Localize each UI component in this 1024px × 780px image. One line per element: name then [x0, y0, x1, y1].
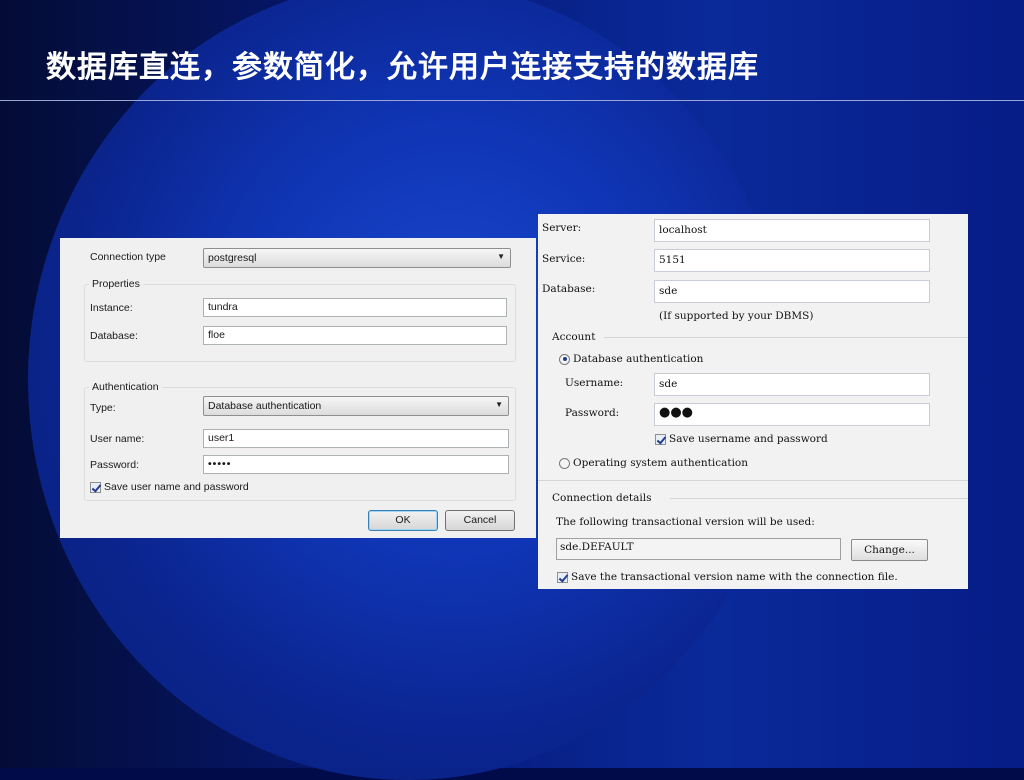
save-credentials-label: Save user name and password — [104, 481, 249, 493]
properties-group-title: Properties — [89, 278, 143, 290]
auth-type-select[interactable]: Database authentication ▼ — [203, 396, 509, 416]
db-auth-radio[interactable] — [559, 353, 570, 365]
connection-type-label: Connection type — [90, 251, 166, 263]
db-auth-label: Database authentication — [573, 353, 704, 365]
password-label: Password: — [90, 459, 140, 471]
save-credentials-label: Save username and password — [669, 433, 828, 445]
cancel-button[interactable]: Cancel — [445, 510, 515, 531]
database-label: Database: — [90, 330, 138, 342]
os-auth-label: Operating system authentication — [573, 457, 749, 469]
authentication-group-title: Authentication — [89, 381, 162, 393]
save-version-checkbox[interactable] — [557, 571, 568, 583]
connection-dialog-classic: Server: localhost Service: 5151 Database… — [538, 214, 968, 589]
instance-label: Instance: — [90, 302, 133, 314]
connection-details-title: Connection details — [552, 492, 652, 504]
os-auth-radio[interactable] — [559, 457, 570, 469]
title-divider — [0, 100, 1024, 101]
type-label: Type: — [90, 402, 116, 414]
account-group-title: Account — [552, 331, 596, 343]
properties-groupbox — [84, 284, 516, 362]
save-credentials-checkbox[interactable] — [655, 433, 666, 445]
database-label: Database: — [542, 283, 596, 295]
save-version-label: Save the transactional version name with… — [571, 571, 898, 583]
auth-type-value: Database authentication — [208, 400, 322, 412]
service-label: Service: — [542, 253, 586, 265]
connection-dialog-new: Connection type postgresql ▼ Properties … — [60, 238, 536, 538]
db-auth-option[interactable]: Database authentication — [559, 353, 703, 365]
ok-button[interactable]: OK — [368, 510, 438, 531]
password-input[interactable]: ●●● — [654, 403, 930, 426]
chevron-down-icon: ▼ — [495, 400, 503, 409]
section-divider — [538, 480, 968, 481]
save-credentials-checkbox[interactable] — [90, 481, 101, 493]
slide-title: 数据库直连，参数简化，允许用户连接支持的数据库 — [46, 50, 759, 85]
instance-input[interactable]: tundra — [203, 298, 507, 317]
service-input[interactable]: 5151 — [654, 249, 930, 272]
username-label: Username: — [565, 377, 624, 389]
connection-details-divider — [670, 498, 968, 499]
change-version-button[interactable]: Change... — [851, 539, 928, 561]
database-hint: (If supported by your DBMS) — [659, 310, 814, 322]
username-input[interactable]: sde — [654, 373, 930, 396]
server-input[interactable]: localhost — [654, 219, 930, 242]
chevron-down-icon: ▼ — [497, 252, 505, 261]
version-description: The following transactional version will… — [556, 516, 815, 528]
database-input[interactable]: sde — [654, 280, 930, 303]
save-credentials-row[interactable]: Save username and password — [655, 433, 828, 445]
username-label: User name: — [90, 433, 145, 445]
save-credentials-row[interactable]: Save user name and password — [90, 481, 249, 493]
password-input[interactable]: ••••• — [203, 455, 509, 474]
connection-type-value: postgresql — [208, 252, 257, 264]
server-label: Server: — [542, 222, 582, 234]
database-input[interactable]: floe — [203, 326, 507, 345]
account-divider — [604, 337, 968, 338]
username-input[interactable]: user1 — [203, 429, 509, 448]
save-version-row[interactable]: Save the transactional version name with… — [557, 571, 898, 583]
connection-type-select[interactable]: postgresql ▼ — [203, 248, 511, 268]
os-auth-option[interactable]: Operating system authentication — [559, 457, 748, 469]
password-label: Password: — [565, 407, 620, 419]
version-field: sde.DEFAULT — [556, 538, 841, 560]
